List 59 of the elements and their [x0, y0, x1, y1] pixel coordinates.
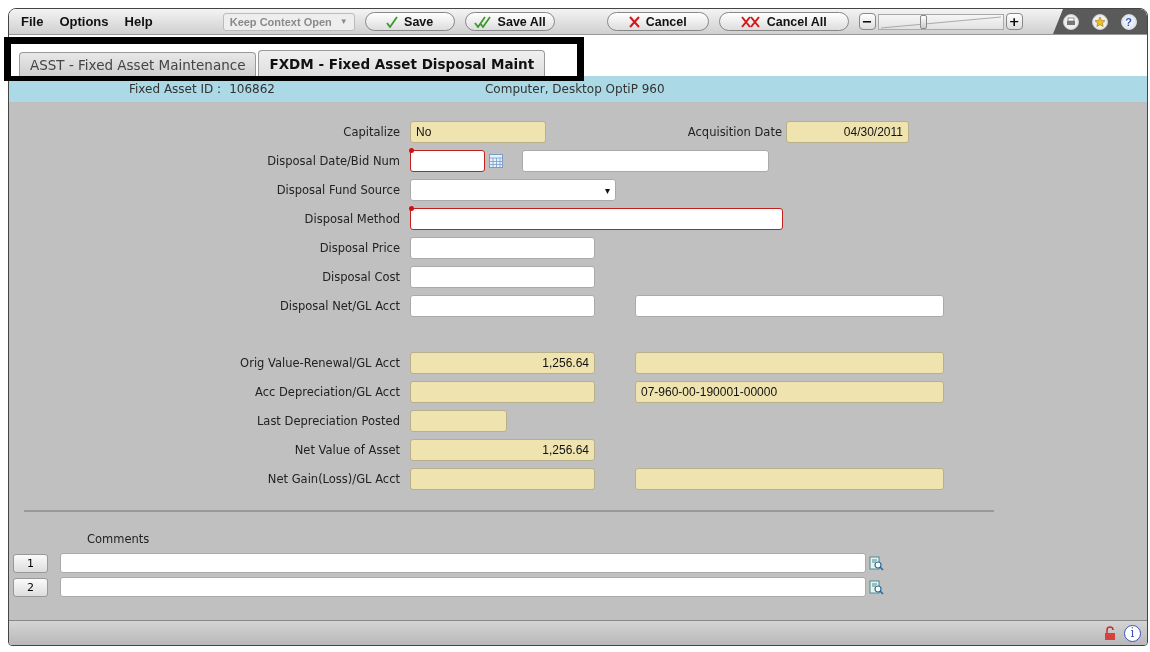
zoom-slider[interactable]: [877, 13, 1004, 30]
menu-item[interactable]: File: [13, 14, 52, 29]
field-label: Disposal Method: [303, 212, 401, 226]
field-label: Acquisition Date: [686, 125, 783, 139]
input-field[interactable]: [410, 208, 783, 230]
print-icon[interactable]: [1063, 13, 1080, 30]
field-label: Orig Value-Renewal/GL Acct: [239, 356, 401, 370]
readonly-field: 1,256.64: [410, 352, 595, 374]
help-button[interactable]: ?: [1120, 13, 1137, 30]
field-label: Last Depreciation Posted: [255, 414, 401, 428]
asset-id-value: 106862: [229, 82, 275, 96]
comment-field[interactable]: [60, 553, 866, 573]
readonly-field: 04/30/2011: [786, 121, 909, 143]
double-check-icon: [473, 15, 492, 28]
slider-thumb[interactable]: [920, 14, 928, 29]
date-field[interactable]: [410, 150, 485, 172]
menu-item[interactable]: Help: [116, 14, 161, 29]
asset-description: Computer, Desktop OptiP 960: [485, 82, 665, 96]
input-field[interactable]: [410, 295, 595, 317]
unlocked-padlock-icon[interactable]: [1104, 625, 1116, 641]
field-label: Disposal Fund Source: [275, 183, 401, 197]
field-label: Disposal Net/GL Acct: [278, 299, 401, 313]
input-field[interactable]: [635, 295, 944, 317]
comments-label: Comments: [87, 532, 151, 546]
field-label: Disposal Cost: [321, 270, 401, 284]
field-label: Acc Depreciation/GL Acct: [254, 385, 401, 399]
readonly-field: No: [410, 121, 546, 143]
star-icon[interactable]: [1092, 13, 1108, 30]
comment-field[interactable]: [60, 577, 866, 597]
document-search-icon[interactable]: [869, 555, 884, 571]
dropdown-field[interactable]: ▾: [410, 179, 616, 201]
info-button[interactable]: i: [1124, 624, 1141, 642]
tab[interactable]: ASST - Fixed Asset Maintenance: [19, 52, 257, 76]
toolbar-button[interactable]: Cancel All: [718, 12, 849, 31]
field-label: Net Value of Asset: [293, 443, 401, 457]
input-field[interactable]: [410, 237, 595, 259]
toolbar-button[interactable]: Save All: [464, 12, 555, 31]
zoom-in-button[interactable]: +: [1005, 13, 1023, 30]
comment-number-button[interactable]: 1: [13, 553, 48, 573]
double-cross-icon: [740, 15, 761, 28]
asset-id-label: Fixed Asset ID :: [129, 82, 222, 96]
check-icon: [386, 15, 399, 28]
tab[interactable]: FXDM - Fixed Asset Disposal Maint: [258, 50, 546, 76]
input-field[interactable]: [522, 150, 769, 172]
field-label: Disposal Date/Bid Num: [266, 154, 401, 168]
document-search-icon[interactable]: [869, 579, 884, 595]
readonly-field: 07-960-00-190001-00000: [635, 381, 944, 403]
comment-number-button[interactable]: 2: [13, 577, 48, 597]
toolbar-button[interactable]: Save: [364, 12, 455, 31]
field-label: Net Gain(Loss)/GL Acct: [266, 472, 401, 486]
menu-item[interactable]: Options: [51, 14, 117, 29]
toolbar-button[interactable]: Cancel: [606, 12, 709, 31]
field-label: Disposal Price: [318, 241, 401, 255]
readonly-field: 1,256.64: [410, 439, 595, 461]
calendar-icon[interactable]: [489, 154, 503, 168]
input-field[interactable]: [410, 266, 595, 288]
zoom-out-button[interactable]: −: [858, 13, 876, 30]
cross-icon: [628, 15, 640, 28]
field-label: Capitalize: [342, 125, 401, 139]
